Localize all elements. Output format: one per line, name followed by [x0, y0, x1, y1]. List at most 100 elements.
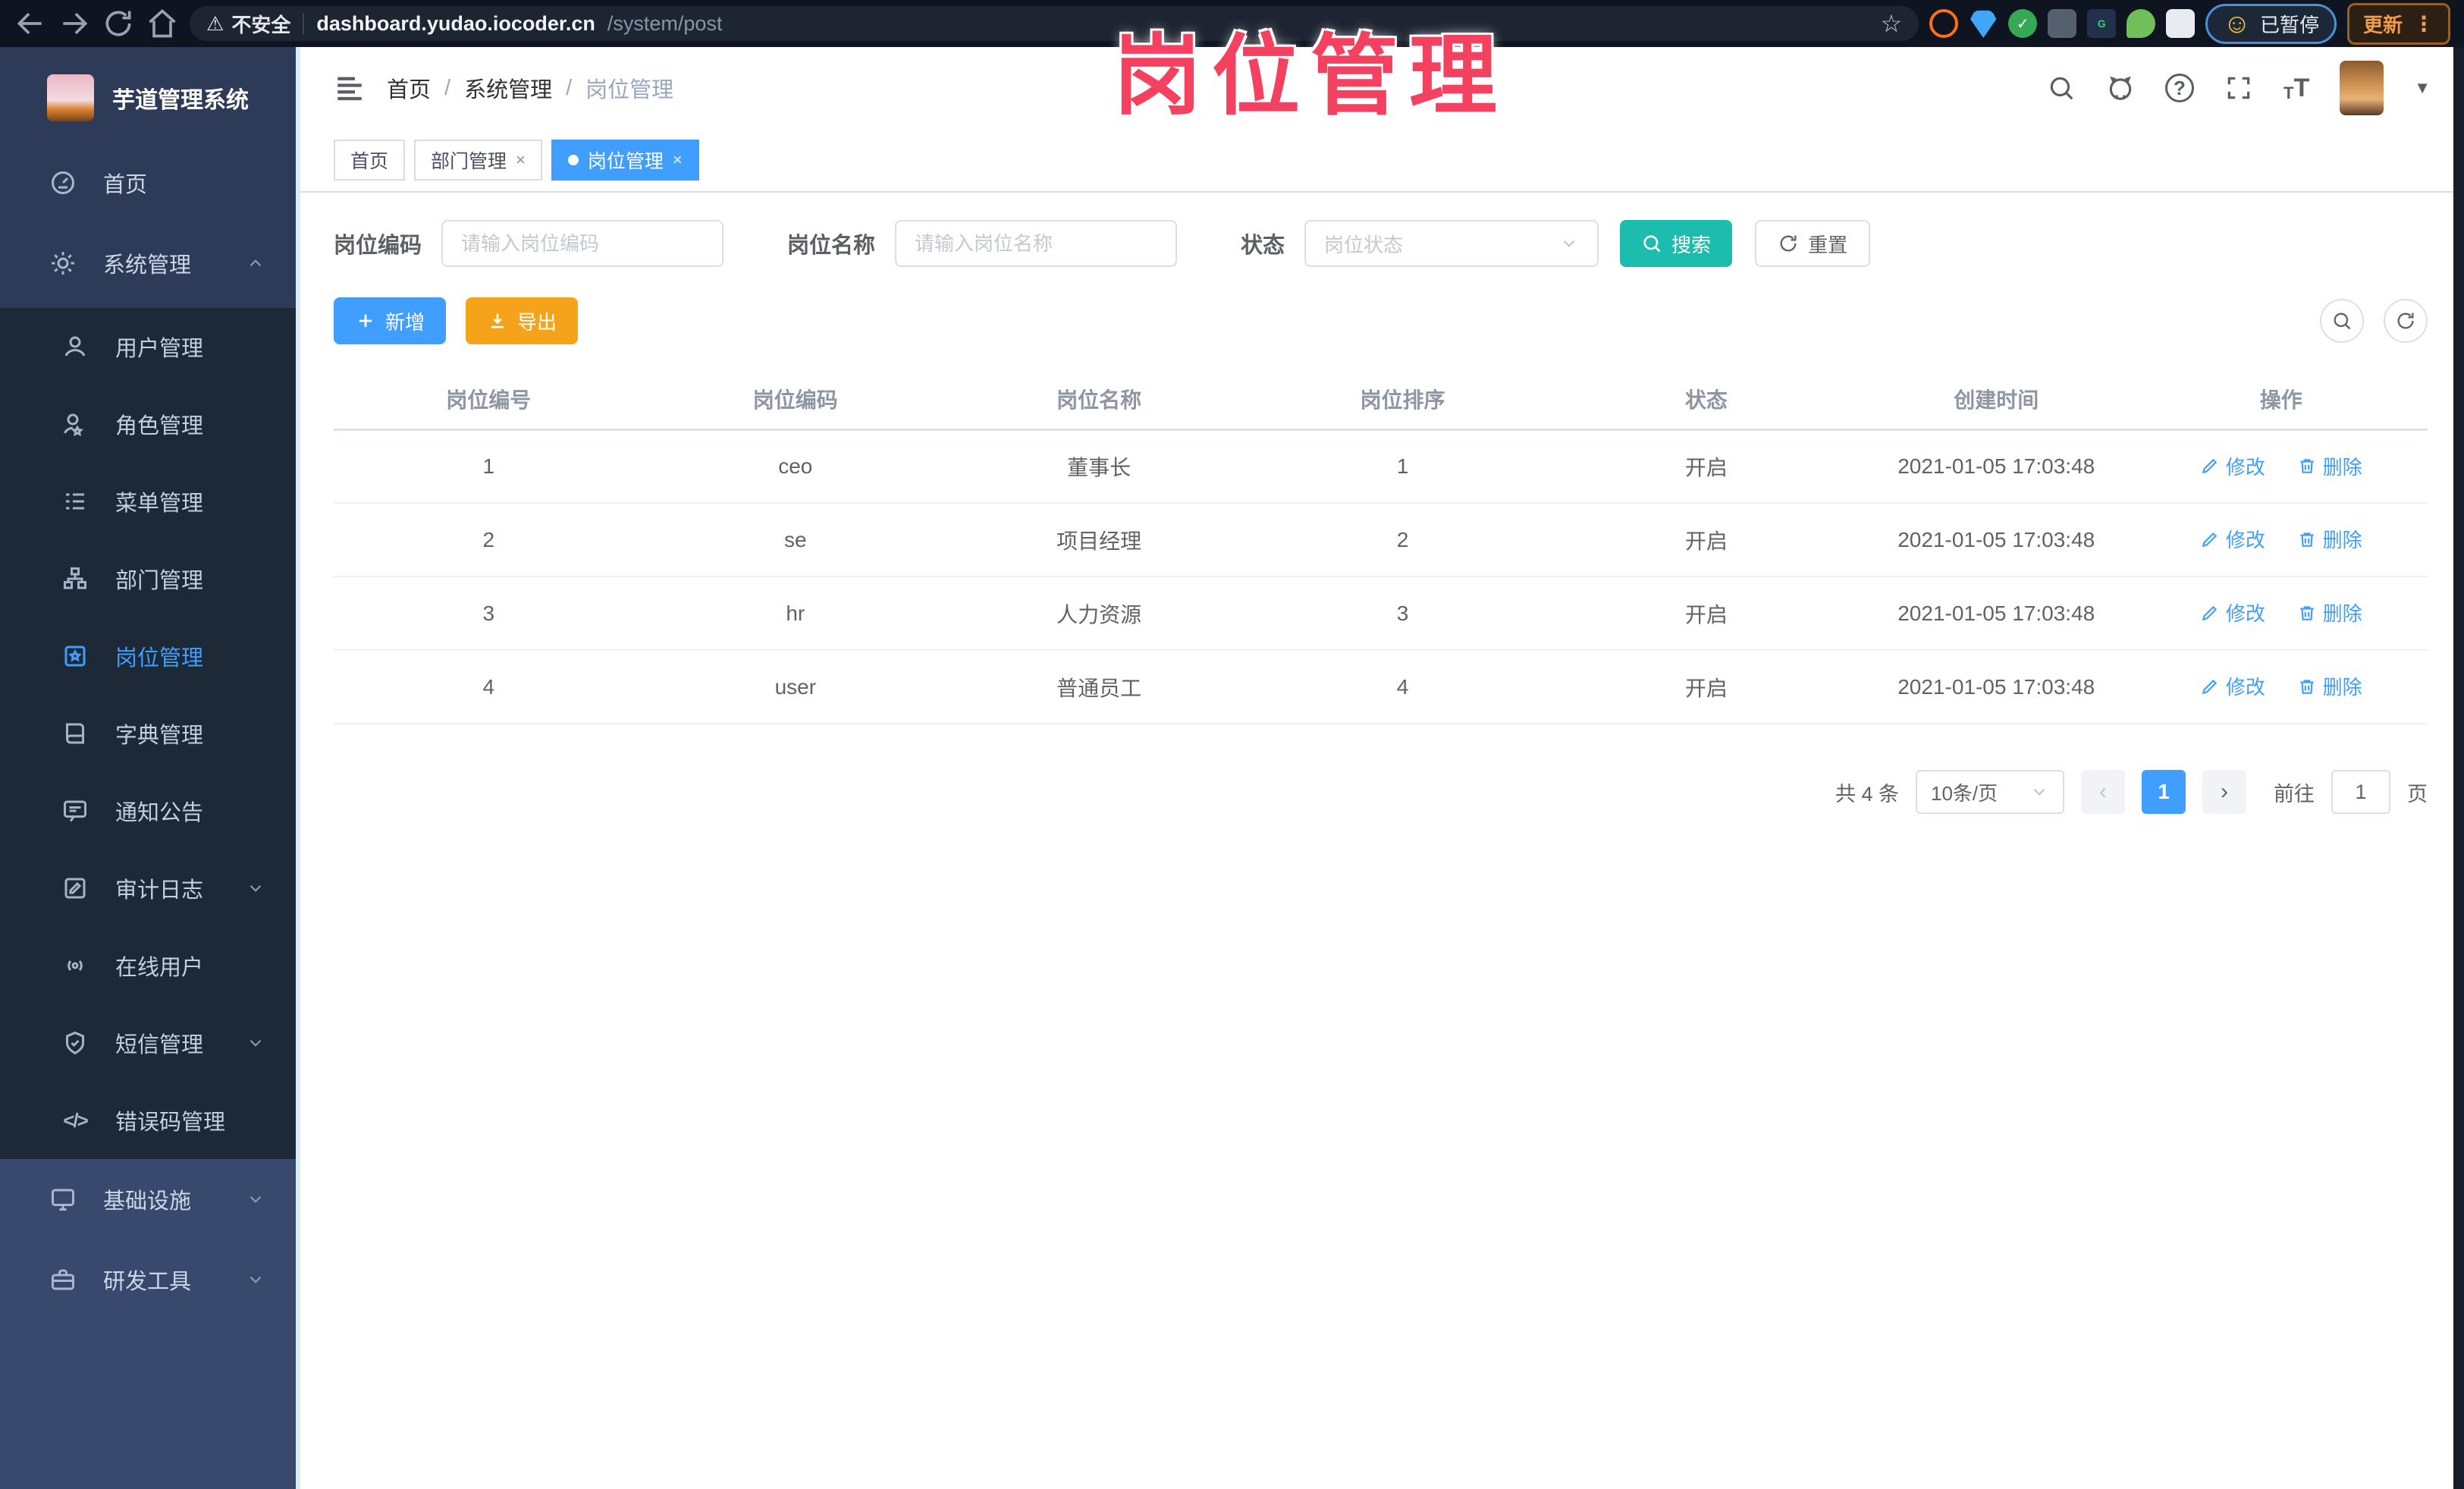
page-size-select[interactable]: 10条/页 [1916, 770, 2064, 814]
edit-link-label: 修改 [2225, 529, 2265, 552]
sidebar-item-online-users[interactable]: 在线用户 [0, 927, 296, 1004]
post-name-input[interactable] [895, 220, 1178, 267]
address-bar[interactable]: ⚠ 不安全 dashboard.yudao.iocoder.cn /system… [190, 6, 1919, 41]
sidebar-item-users[interactable]: 用户管理 [0, 308, 296, 385]
chevron-down-icon [246, 1189, 265, 1209]
sidebar-item-label: 在线用户 [115, 956, 204, 980]
edit-link-label: 修改 [2225, 676, 2265, 699]
table-cell: 2 [334, 503, 644, 577]
breadcrumb-separator: / [444, 75, 451, 100]
post-code-input[interactable] [441, 220, 724, 267]
shield-icon [61, 1029, 89, 1057]
search-button[interactable]: 搜索 [1620, 220, 1733, 267]
page-number-1[interactable]: 1 [2142, 770, 2186, 814]
chrome-menu-icon[interactable]: ⋮ [2413, 11, 2434, 36]
font-size-icon[interactable]: TT [2284, 74, 2309, 103]
browser-home-icon[interactable] [146, 7, 179, 40]
paused-extension-pill[interactable]: ☺ 已暂停 [2205, 3, 2337, 44]
top-navbar: 首页 / 系统管理 / 岗位管理 ? TT ▼ [300, 47, 2464, 129]
page-size-value: 10条/页 [1931, 781, 1998, 805]
app-logo-row[interactable]: 芋道管理系统 [0, 47, 296, 143]
sidebar-item-dict[interactable]: 字典管理 [0, 695, 296, 772]
table-cell: 4 [1251, 650, 1555, 724]
search-icon[interactable] [2047, 74, 2076, 102]
reset-button[interactable]: 重置 [1755, 220, 1871, 267]
extension-icon-green-leaf[interactable] [2127, 9, 2156, 38]
chrome-update-button[interactable]: 更新 ⋮ [2346, 2, 2450, 45]
sidebar-item-label: 研发工具 [103, 1270, 192, 1294]
extension-icon-gray[interactable] [2048, 9, 2077, 38]
extension-icon-green-badge[interactable]: G [2087, 9, 2117, 38]
refresh-button[interactable] [2384, 299, 2428, 343]
sidebar-item-departments[interactable]: 部门管理 [0, 540, 296, 617]
sidebar-item-notice[interactable]: 通知公告 [0, 772, 296, 850]
delete-link[interactable]: 删除 [2297, 452, 2362, 480]
caret-down-icon[interactable]: ▼ [2414, 78, 2431, 98]
table-cell: 项目经理 [946, 503, 1251, 577]
close-icon[interactable]: × [673, 150, 683, 170]
breadcrumb-system[interactable]: 系统管理 [464, 72, 552, 104]
browser-forward-icon[interactable] [58, 7, 91, 40]
paused-label: 已暂停 [2259, 13, 2319, 36]
tab-home[interactable]: 首页 [334, 140, 406, 181]
sidebar-item-system[interactable]: 系统管理 [0, 223, 296, 303]
sidebar-item-posts[interactable]: 岗位管理 [0, 617, 296, 695]
close-icon[interactable]: × [516, 150, 526, 170]
sidebar-item-roles[interactable]: 角色管理 [0, 385, 296, 463]
delete-link[interactable]: 删除 [2297, 598, 2362, 627]
status-select[interactable]: 岗位状态 [1304, 220, 1599, 267]
sidebar-item-audit-log[interactable]: 审计日志 [0, 850, 296, 927]
fullscreen-icon[interactable] [2224, 74, 2253, 102]
delete-link[interactable]: 删除 [2297, 672, 2362, 700]
tab-posts[interactable]: 岗位管理 × [551, 140, 699, 181]
sidebar-item-infrastructure[interactable]: 基础设施 [0, 1159, 296, 1239]
sidebar-item-menus[interactable]: 菜单管理 [0, 463, 296, 540]
sidebar-item-label: 首页 [103, 173, 148, 197]
sidebar-item-sms[interactable]: 短信管理 [0, 1004, 296, 1082]
browser-reload-icon[interactable] [102, 7, 135, 40]
next-page-button[interactable]: › [2202, 770, 2246, 814]
edit-link[interactable]: 修改 [2200, 452, 2265, 480]
bookmark-star-icon[interactable]: ☆ [1881, 9, 1903, 38]
tab-departments[interactable]: 部门管理 × [414, 140, 542, 181]
github-icon[interactable] [2106, 74, 2135, 102]
search-button-label: 搜索 [1671, 233, 1712, 256]
table-header-row: 岗位编号 岗位编码 岗位名称 岗位排序 状态 创建时间 操作 [334, 370, 2428, 431]
delete-link[interactable]: 删除 [2297, 525, 2362, 553]
breadcrumb-home[interactable]: 首页 [387, 72, 431, 104]
edit-link[interactable]: 修改 [2200, 598, 2265, 627]
code-icon: </> [63, 1108, 89, 1132]
edit-link[interactable]: 修改 [2200, 672, 2265, 700]
chevron-down-icon [2029, 782, 2049, 802]
user-avatar[interactable] [2340, 61, 2384, 115]
post-badge-icon [61, 642, 89, 671]
sidebar-item-home[interactable]: 首页 [0, 143, 296, 223]
edit-square-icon [61, 874, 89, 903]
add-button[interactable]: 新增 [334, 297, 447, 344]
toggle-search-button[interactable] [2320, 299, 2364, 343]
column-header: 创建时间 [1858, 370, 2135, 431]
prev-page-button[interactable]: ‹ [2081, 770, 2125, 814]
goto-page-input[interactable] [2331, 770, 2390, 814]
hamburger-icon[interactable] [334, 72, 366, 104]
edit-link[interactable]: 修改 [2200, 525, 2265, 553]
export-button[interactable]: 导出 [466, 297, 579, 344]
extension-icon-green-check[interactable]: ✓ [2008, 9, 2038, 38]
sidebar-item-label: 错误码管理 [115, 1110, 226, 1135]
extension-icon-orange-ring[interactable] [1929, 9, 1959, 38]
sidebar-item-error-codes[interactable]: </> 错误码管理 [0, 1082, 296, 1159]
delete-link-label: 删除 [2322, 602, 2362, 626]
not-secure-warning[interactable]: ⚠ 不安全 [206, 10, 290, 38]
sidebar-item-dev-tools[interactable]: 研发工具 [0, 1239, 296, 1320]
extension-icon-white-puzzle[interactable] [2166, 9, 2196, 38]
extension-icon-blue-pin[interactable] [1970, 10, 1997, 38]
column-header: 岗位编号 [334, 370, 644, 431]
table-cell: 1 [1251, 429, 1555, 504]
browser-back-icon[interactable] [14, 7, 47, 40]
table-cell: hr [643, 576, 947, 651]
table-toolbar: 新增 导出 [334, 297, 2428, 344]
column-header: 岗位名称 [946, 370, 1251, 431]
browser-scrollbar[interactable] [2453, 47, 2464, 1489]
help-icon[interactable]: ? [2164, 74, 2194, 102]
smiley-icon: ☺ [2223, 8, 2251, 39]
